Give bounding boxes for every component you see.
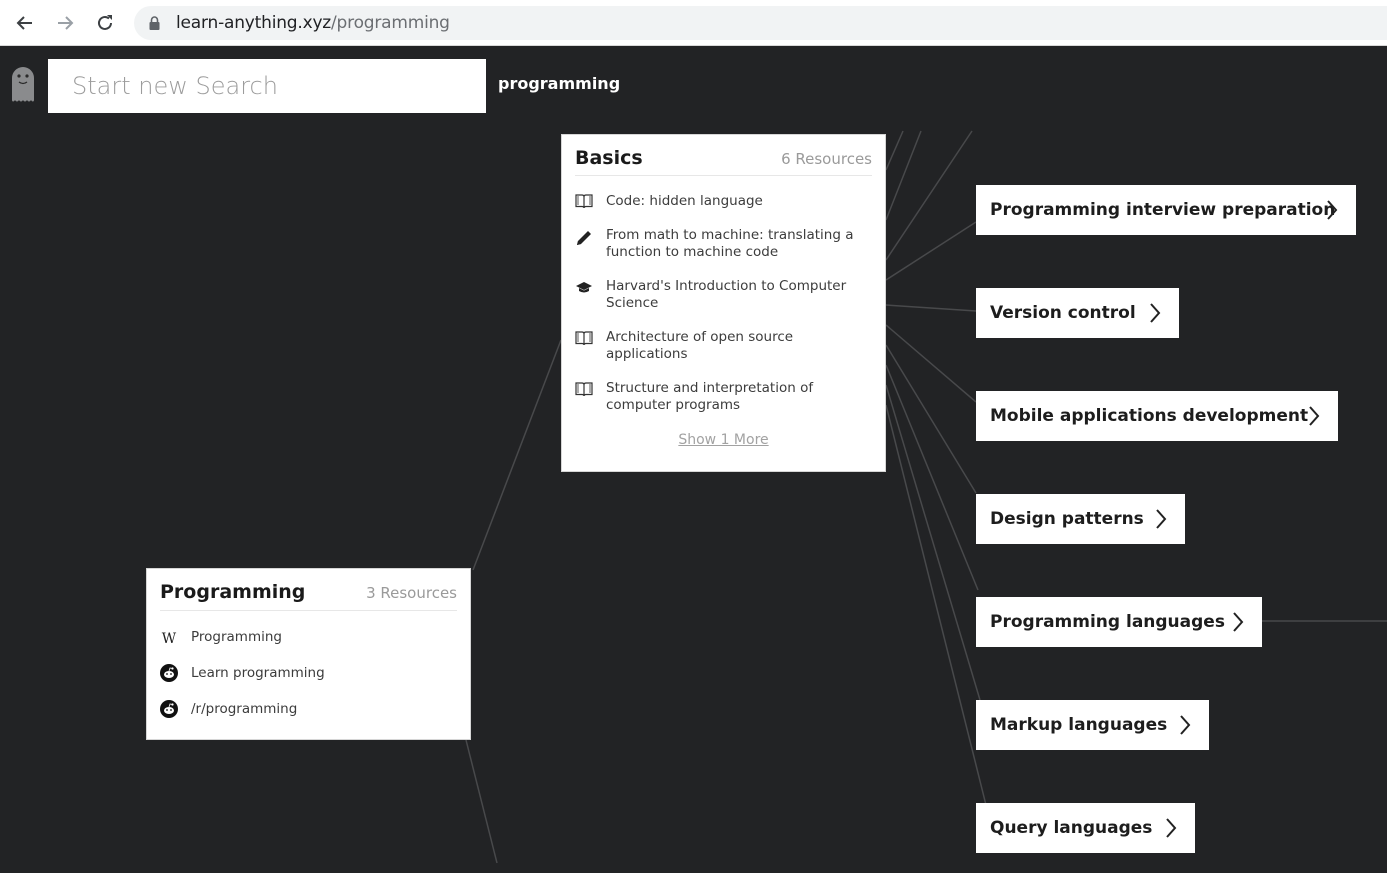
- chevron-right-icon: [1166, 818, 1177, 838]
- resource-label: Structure and interpretation of computer…: [606, 380, 814, 413]
- resource-item[interactable]: Structure and interpretation of computer…: [575, 380, 872, 414]
- topic-label: Programming languages: [990, 612, 1225, 632]
- topic-label: Mobile applications development: [990, 406, 1309, 426]
- topic-button[interactable]: Version control: [976, 288, 1179, 338]
- topic-button[interactable]: Query languages: [976, 803, 1195, 853]
- chevron-right-icon: [1150, 303, 1161, 323]
- book-icon: [575, 330, 593, 346]
- card-header: Basics 6 Resources: [575, 147, 872, 176]
- card-title[interactable]: Programming: [160, 581, 305, 603]
- programming-card: Programming 3 Resources W Programming Le…: [146, 568, 471, 740]
- resource-item[interactable]: W Programming: [160, 629, 457, 646]
- resource-item[interactable]: Code: hidden language: [575, 193, 872, 210]
- resource-item[interactable]: /r/programming: [160, 700, 457, 718]
- resource-item[interactable]: Architecture of open source applications: [575, 329, 872, 363]
- topic-label: Query languages: [990, 818, 1153, 838]
- topic-button[interactable]: Programming languages: [976, 597, 1262, 647]
- resource-label: Harvard's Introduction to Computer Scien…: [606, 278, 847, 311]
- svg-text:W: W: [162, 631, 177, 645]
- chevron-right-icon: [1233, 612, 1244, 632]
- card-header: Programming 3 Resources: [160, 581, 457, 611]
- resource-label: Learn programming: [191, 664, 325, 681]
- reddit-icon: [160, 700, 178, 718]
- topic-button[interactable]: Programming interview preparation: [976, 185, 1356, 235]
- resource-label: From math to machine: translating a func…: [606, 227, 854, 260]
- graduation-cap-icon: [575, 281, 593, 295]
- resource-label: /r/programming: [191, 700, 298, 717]
- topic-label: Programming interview preparation: [990, 200, 1336, 220]
- card-title[interactable]: Basics: [575, 147, 643, 169]
- resource-count: 3 Resources: [366, 584, 457, 602]
- chevron-right-icon: [1327, 200, 1338, 220]
- resource-item[interactable]: Harvard's Introduction to Computer Scien…: [575, 278, 872, 312]
- resource-label: Programming: [191, 629, 282, 645]
- topic-label: Design patterns: [990, 509, 1144, 529]
- topic-button[interactable]: Markup languages: [976, 700, 1209, 750]
- book-icon: [575, 381, 593, 397]
- topic-button[interactable]: Design patterns: [976, 494, 1185, 544]
- reddit-icon: [160, 664, 178, 682]
- topic-label: Markup languages: [990, 715, 1168, 735]
- resource-count: 6 Resources: [781, 150, 872, 168]
- basics-card: Basics 6 Resources Code: hidden language…: [561, 134, 886, 472]
- chevron-right-icon: [1156, 509, 1167, 529]
- wikipedia-icon: W: [160, 631, 178, 645]
- show-more-link[interactable]: Show 1 More: [575, 432, 872, 448]
- chevron-right-icon: [1180, 715, 1191, 735]
- book-icon: [575, 193, 593, 209]
- chevron-right-icon: [1309, 406, 1320, 426]
- resource-label: Architecture of open source applications: [606, 329, 794, 362]
- resource-label: Code: hidden language: [606, 193, 763, 209]
- topic-label: Version control: [990, 303, 1136, 323]
- pencil-icon: [575, 229, 593, 247]
- topic-button[interactable]: Mobile applications development: [976, 391, 1338, 441]
- resource-item[interactable]: From math to machine: translating a func…: [575, 227, 872, 261]
- resource-item[interactable]: Learn programming: [160, 664, 457, 682]
